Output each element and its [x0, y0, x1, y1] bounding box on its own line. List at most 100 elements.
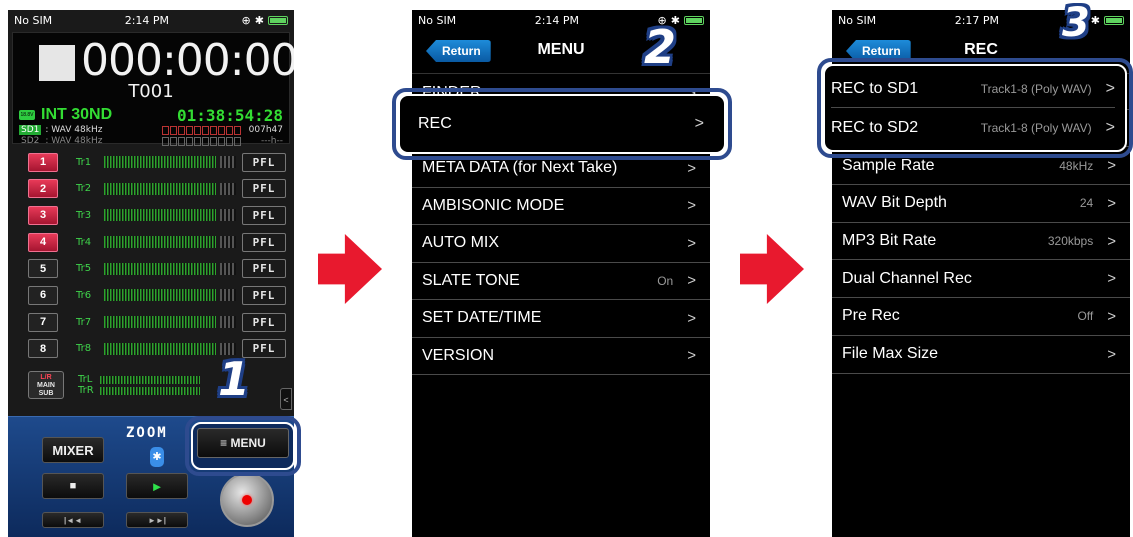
menu-item-label: REC	[422, 121, 456, 139]
menu-item-rec-to-sd1[interactable]: REC to SD1 Track1-8 (Poly WAV) >	[832, 72, 1130, 110]
track-name: Tr5	[76, 263, 92, 275]
chevron-right-icon: >	[1107, 157, 1116, 175]
meter-peak	[220, 316, 236, 329]
sd2-tag: SD2	[21, 136, 40, 146]
fast-forward-button[interactable]: ►►|	[126, 512, 188, 528]
meter-peak	[220, 236, 236, 249]
track-8-button[interactable]: 8	[28, 339, 58, 359]
track-name: Tr3	[76, 209, 92, 221]
menu-item-slate-tone[interactable]: SLATE TONE On >	[412, 263, 710, 300]
meter-peak	[220, 182, 236, 195]
level-meter	[100, 386, 200, 395]
menu-item-value: On	[657, 273, 674, 288]
chevron-right-icon: >	[687, 272, 696, 290]
level-meter	[104, 262, 216, 275]
lr-main-sub-button[interactable]: L/R MAIN SUB	[28, 371, 64, 399]
clock-label: 2:14 PM	[124, 13, 170, 27]
status-icons: ⊕ ✱	[242, 14, 288, 27]
track-row: 5 Tr5 PFL	[28, 257, 286, 281]
pfl-button[interactable]: PFL	[242, 152, 286, 172]
chevron-right-icon: >	[1107, 270, 1116, 288]
battery-icon	[683, 15, 704, 25]
track-name: TrR	[78, 385, 94, 396]
clock-label: 2:14 PM	[534, 13, 580, 27]
menu-item-value: Track1-8 (Poly WAV)	[982, 83, 1094, 98]
record-button[interactable]	[220, 473, 274, 527]
sd2-row: SD2 : WAV 48kHz ---h--	[19, 136, 283, 146]
menu-item-set-date-time[interactable]: SET DATE/TIME >	[412, 300, 710, 338]
menu-item-dual-channel-rec[interactable]: Dual Channel Rec >	[832, 260, 1130, 299]
arrow-right-icon	[318, 234, 382, 304]
menu-item-rec-to-sd2[interactable]: REC to SD2 Track1-8 (Poly WAV) >	[832, 110, 1130, 148]
menu-item-file-max-size[interactable]: File Max Size >	[832, 336, 1130, 374]
menu-item-ambisonic-mode[interactable]: AMBISONIC MODE >	[412, 188, 710, 225]
track-list: 1 Tr1 PFL 2 Tr2 PFL 3 Tr3 PFL 4 Tr4 PFL …	[28, 150, 286, 364]
sd1-format: : WAV 48kHz	[45, 125, 103, 135]
lr-label: L/R	[40, 374, 52, 381]
rec-settings-list: REC to SD1 Track1-8 (Poly WAV) > REC to SD…	[832, 72, 1130, 374]
rewind-button[interactable]: |◄◄	[42, 512, 104, 528]
menu-item-label: REC to SD2	[842, 119, 930, 137]
pfl-button[interactable]: PFL	[242, 312, 286, 332]
track-7-button[interactable]: 7	[28, 312, 58, 332]
track-row: 1 Tr1 PFL	[28, 150, 286, 174]
pfl-button[interactable]: PFL	[242, 179, 286, 199]
time-counter: 000:00:00	[81, 35, 294, 86]
track-5-button[interactable]: 5	[28, 259, 58, 279]
status-bar: No SIM 2:14 PM ⊕ ✱	[8, 10, 294, 30]
menu-item-auto-mix[interactable]: AUTO MIX >	[412, 225, 710, 263]
pfl-button[interactable]: PFL	[242, 285, 286, 305]
menu-item-mp3-bit-rate[interactable]: MP3 Bit Rate 320kbps >	[832, 223, 1130, 261]
menu-item-label: SLATE TONE	[422, 271, 520, 289]
side-panel-tab[interactable]: <	[280, 388, 292, 410]
menu-item-label: AMBISONIC MODE	[422, 196, 565, 214]
meter-peak	[220, 209, 236, 222]
sd2-remaining: ---h--	[261, 136, 283, 146]
pfl-button[interactable]: PFL	[242, 259, 286, 279]
level-meter	[104, 236, 216, 249]
menu-item-value: 24	[1079, 196, 1094, 211]
pfl-button[interactable]: PFL	[242, 205, 286, 225]
track-2-button[interactable]: 2	[28, 179, 58, 199]
chevron-right-icon: >	[687, 122, 696, 140]
menu-item-label: AUTO MIX	[422, 234, 500, 252]
track-3-button[interactable]: 3	[28, 205, 58, 225]
menu-item-pre-rec[interactable]: Pre Rec Off >	[832, 298, 1130, 336]
menu-item-wav-bit-depth[interactable]: WAV Bit Depth 24 >	[832, 185, 1130, 223]
arrow-right-icon	[740, 234, 804, 304]
level-meter	[104, 209, 216, 222]
play-button[interactable]: ►	[126, 473, 188, 499]
chevron-right-icon: >	[687, 84, 696, 102]
pfl-button[interactable]: PFL	[242, 232, 286, 252]
chevron-right-icon: >	[687, 347, 696, 365]
menu-item-finder[interactable]: FINDER >	[412, 75, 710, 113]
menu-item-value: 320kbps	[1047, 234, 1094, 249]
track-row: 2 Tr2 PFL	[28, 177, 286, 201]
chevron-right-icon: >	[687, 197, 696, 215]
track-name: Tr1	[76, 156, 92, 168]
bluetooth-icon: ✱	[150, 447, 164, 467]
menu-item-rec[interactable]: REC >	[412, 113, 710, 150]
track-4-button[interactable]: 4	[28, 232, 58, 252]
remaining-time: 01:38:54:28	[177, 105, 283, 125]
track-name: Tr8	[76, 343, 92, 355]
level-meter	[104, 182, 216, 195]
bluetooth-icon: ✱	[254, 13, 264, 27]
menu-button[interactable]: ≡ MENU	[197, 428, 289, 458]
track-6-button[interactable]: 6	[28, 285, 58, 305]
menu-item-meta-data[interactable]: META DATA (for Next Take) >	[412, 150, 710, 188]
mixer-button[interactable]: MIXER	[42, 437, 104, 463]
stop-state-icon	[39, 45, 75, 81]
track-row: 3 Tr3 PFL	[28, 203, 286, 227]
carrier-label: No SIM	[14, 13, 53, 27]
track-row: 7 Tr7 PFL	[28, 310, 286, 334]
menu-item-sample-rate[interactable]: Sample Rate 48kHz >	[832, 147, 1130, 186]
stop-button[interactable]: ■	[42, 473, 104, 499]
menu-item-label: Dual Channel Rec	[842, 269, 972, 287]
menu-item-version[interactable]: VERSION >	[412, 338, 710, 375]
meter-peak	[220, 289, 236, 302]
meter-peak	[220, 262, 236, 275]
menu-item-label: FINDER	[422, 84, 482, 102]
input-mode: INT 30ND	[41, 106, 113, 123]
track-1-button[interactable]: 1	[28, 152, 58, 172]
